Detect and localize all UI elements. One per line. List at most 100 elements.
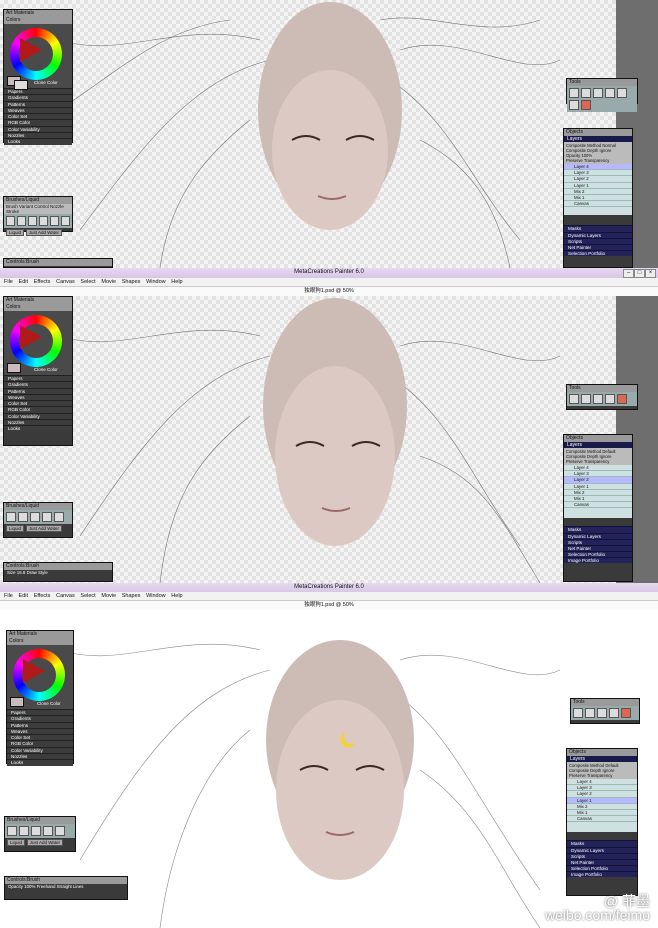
brush-icon[interactable] <box>621 708 631 718</box>
minimize-button[interactable]: – <box>623 269 634 278</box>
eraser-icon[interactable] <box>28 216 37 226</box>
menu-window[interactable]: Window <box>146 278 166 286</box>
tools-panel[interactable]: Tools <box>570 698 640 724</box>
brush-category-dropdown[interactable]: Liquid <box>6 525 25 532</box>
lasso-icon[interactable] <box>593 394 603 404</box>
crop-icon[interactable] <box>581 394 591 404</box>
clone-color-label[interactable]: Clone Color <box>34 367 58 372</box>
list-item[interactable]: Image Portfolio <box>567 871 637 878</box>
list-item[interactable]: Selection Portfolio <box>564 250 632 257</box>
tools-panel[interactable]: Tools <box>566 384 638 410</box>
brushes-panel[interactable]: Brushes/Liquid Brush Variant Control Noz… <box>3 196 73 236</box>
brush-icon[interactable] <box>581 100 591 110</box>
menu-movie[interactable]: Movie <box>101 278 116 286</box>
tools-panel[interactable]: Tools <box>566 78 638 112</box>
list-item[interactable]: Image Portfolio <box>564 557 632 564</box>
tab-variant[interactable]: Variant <box>19 204 33 209</box>
size-value[interactable]: 16.8 <box>17 570 26 575</box>
secondary-color-swatch[interactable] <box>14 80 28 90</box>
menu-file[interactable]: File <box>4 592 13 600</box>
selection-icon[interactable] <box>605 394 615 404</box>
brushes-panel[interactable]: Brushes/Liquid Liquid Just Add Water <box>3 502 73 538</box>
clone-color-label[interactable]: Clone Color <box>34 80 58 85</box>
saturation-triangle[interactable] <box>20 38 42 62</box>
clone-color-label[interactable]: Clone Color <box>37 701 61 706</box>
lasso-icon[interactable] <box>597 708 607 718</box>
close-button[interactable]: × <box>645 269 656 278</box>
colors-panel-title[interactable]: Colors <box>4 304 72 311</box>
list-item[interactable]: Looks <box>4 425 72 432</box>
airbrush-icon[interactable] <box>19 826 29 836</box>
straight-lines-option[interactable]: Straight Lines <box>57 884 84 889</box>
preserve-transparency-checkbox[interactable]: Preserve Transparency <box>569 773 635 778</box>
opacity-value[interactable]: 100% <box>24 884 35 889</box>
saturation-triangle[interactable] <box>23 659 45 683</box>
menu-movie[interactable]: Movie <box>101 592 116 600</box>
chalk-brush-icon[interactable] <box>55 826 65 836</box>
menu-shapes[interactable]: Shapes <box>122 278 141 286</box>
menu-select[interactable]: Select <box>80 592 95 600</box>
controls-panel[interactable]: Controls:Brush Opacity 100% Freehand Str… <box>4 876 128 900</box>
freehand-option[interactable]: Freehand <box>37 884 56 889</box>
tab-nozzle[interactable]: Nozzle <box>50 204 64 209</box>
colors-panel-title[interactable]: Colors <box>4 17 72 24</box>
crop-icon[interactable] <box>585 708 595 718</box>
color-picker[interactable]: Clone Color <box>7 645 73 709</box>
colors-panel[interactable]: Art Materials Colors Clone Color Papers … <box>3 296 73 446</box>
colors-panel[interactable]: Art Materials Colors Clone Color Papers … <box>3 9 73 145</box>
eraser-icon[interactable] <box>31 826 41 836</box>
brush-icon[interactable] <box>617 394 627 404</box>
menu-select[interactable]: Select <box>80 278 95 286</box>
lasso-icon[interactable] <box>593 88 603 98</box>
menu-canvas[interactable]: Canvas <box>56 592 75 600</box>
shape-icon[interactable] <box>569 100 579 110</box>
controls-panel[interactable]: Controls:Brush <box>3 258 113 268</box>
objects-panel[interactable]: Objects Layers Composite Method Default … <box>563 434 633 582</box>
color-picker[interactable]: Clone Color <box>4 311 72 375</box>
chalk-brush-icon[interactable] <box>50 216 59 226</box>
layer-adjust-icon[interactable] <box>617 88 627 98</box>
menu-canvas[interactable]: Canvas <box>56 278 75 286</box>
color-picker[interactable]: Clone Color <box>4 24 72 90</box>
pencil-brush-icon[interactable] <box>6 512 16 522</box>
list-item[interactable]: Looks <box>7 759 73 766</box>
tab-control[interactable]: Control <box>34 204 49 209</box>
menu-effects[interactable]: Effects <box>34 592 51 600</box>
brush-variant-dropdown[interactable]: Just Add Water <box>25 525 63 532</box>
maximize-button[interactable]: □ <box>634 269 645 278</box>
pen-brush-icon[interactable] <box>61 216 70 226</box>
composite-depth-select[interactable]: Ignore <box>600 148 612 153</box>
pencil-brush-icon[interactable] <box>6 216 15 226</box>
brush-variant-dropdown[interactable]: Just Add Water <box>25 229 63 236</box>
brush-tabs[interactable]: Brush Variant Control Nozzle Stroke <box>4 204 72 214</box>
magnifier-icon[interactable] <box>573 708 583 718</box>
selection-icon[interactable] <box>609 708 619 718</box>
brush-category-dropdown[interactable]: Liquid <box>7 839 26 846</box>
primary-color-swatch[interactable] <box>10 697 24 707</box>
menu-edit[interactable]: Edit <box>19 592 28 600</box>
colors-panel[interactable]: Art Materials Colors Clone Color Papers … <box>6 630 74 766</box>
preserve-transparency-checkbox[interactable]: Preserve Transparency <box>566 459 630 464</box>
selection-icon[interactable] <box>605 88 615 98</box>
preserve-transparency-checkbox[interactable]: Preserve Transparency <box>566 158 630 163</box>
menu-effects[interactable]: Effects <box>34 278 51 286</box>
menu-file[interactable]: File <box>4 278 13 286</box>
airbrush-icon[interactable] <box>18 512 28 522</box>
brush-variant-dropdown[interactable]: Just Add Water <box>26 839 64 846</box>
saturation-triangle[interactable] <box>20 325 42 349</box>
pencil-brush-icon[interactable] <box>7 826 17 836</box>
magnifier-icon[interactable] <box>569 88 579 98</box>
liquid-brush-icon[interactable] <box>42 512 52 522</box>
primary-color-swatch[interactable] <box>7 363 21 373</box>
controls-panel[interactable]: Controls:Brush Size 16.8 Draw Style <box>3 562 113 582</box>
menu-shapes[interactable]: Shapes <box>122 592 141 600</box>
objects-panel[interactable]: Objects Layers Composite Method Normal C… <box>563 128 633 268</box>
menu-help[interactable]: Help <box>171 278 182 286</box>
list-item[interactable]: Looks <box>4 138 72 145</box>
liquid-brush-icon[interactable] <box>43 826 53 836</box>
eraser-icon[interactable] <box>30 512 40 522</box>
menu-window[interactable]: Window <box>146 592 166 600</box>
liquid-brush-icon[interactable] <box>39 216 48 226</box>
colors-panel-title[interactable]: Colors <box>7 638 73 645</box>
brushes-panel[interactable]: Brushes/Liquid Liquid Just Add Water <box>4 816 76 852</box>
